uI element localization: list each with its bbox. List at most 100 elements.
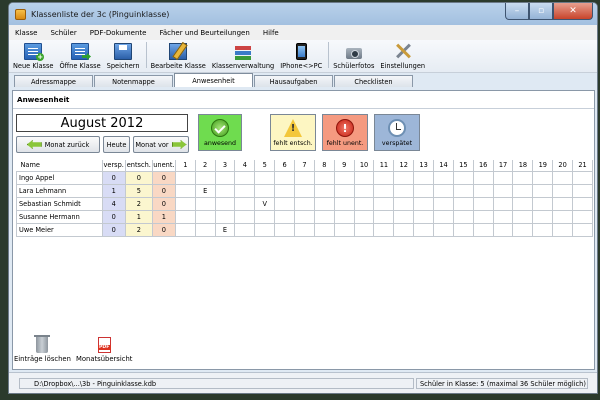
day-cell[interactable] bbox=[512, 210, 534, 225]
day-cell[interactable] bbox=[254, 223, 276, 238]
day-cell[interactable] bbox=[492, 210, 514, 225]
status-late-button[interactable]: verspätet bbox=[374, 114, 420, 151]
day-cell[interactable] bbox=[274, 223, 296, 238]
unexcused-count-cell[interactable]: 0 bbox=[151, 196, 176, 212]
late-count-cell[interactable]: 4 bbox=[101, 196, 126, 212]
day-cell[interactable] bbox=[174, 196, 196, 212]
table-row[interactable]: Ingo Appel 0 0 0 bbox=[16, 170, 593, 185]
day-cell[interactable] bbox=[572, 210, 593, 225]
day-cell[interactable] bbox=[313, 210, 335, 225]
day-cell[interactable] bbox=[294, 183, 315, 198]
day-cell[interactable] bbox=[532, 170, 554, 185]
day-cell[interactable] bbox=[433, 196, 454, 212]
day-cell[interactable] bbox=[512, 196, 534, 212]
day-cell[interactable] bbox=[373, 183, 395, 198]
day-cell[interactable] bbox=[294, 196, 315, 212]
day-cell[interactable] bbox=[552, 196, 574, 212]
day-cell[interactable] bbox=[274, 196, 296, 212]
day-cell[interactable] bbox=[373, 170, 395, 185]
day-cell[interactable] bbox=[512, 183, 534, 198]
day-cell[interactable] bbox=[452, 223, 474, 238]
day-cell[interactable]: E bbox=[194, 183, 216, 198]
day-cell[interactable] bbox=[452, 210, 474, 225]
day-cell[interactable] bbox=[254, 183, 276, 198]
day-cell[interactable] bbox=[433, 210, 454, 225]
day-cell[interactable] bbox=[552, 170, 574, 185]
tab-anwesenheit[interactable]: Anwesenheit bbox=[174, 73, 253, 87]
day-cell[interactable] bbox=[413, 223, 435, 238]
day-cell[interactable] bbox=[313, 196, 335, 212]
unexcused-count-cell[interactable]: 1 bbox=[151, 210, 176, 225]
late-count-cell[interactable]: 0 bbox=[101, 210, 126, 225]
excused-count-cell[interactable]: 2 bbox=[124, 223, 153, 238]
student-name-cell[interactable]: Sebastian Schmidt bbox=[16, 196, 103, 212]
day-cell[interactable] bbox=[353, 183, 375, 198]
day-cell[interactable] bbox=[353, 210, 375, 225]
minimize-button[interactable]: – bbox=[505, 3, 529, 20]
day-cell[interactable] bbox=[512, 170, 534, 185]
late-count-cell[interactable]: 1 bbox=[101, 183, 126, 198]
day-cell[interactable] bbox=[472, 196, 494, 212]
settings-button[interactable]: Einstellungen bbox=[380, 43, 425, 70]
day-cell[interactable] bbox=[373, 210, 395, 225]
day-cell[interactable] bbox=[274, 183, 296, 198]
day-cell[interactable] bbox=[552, 183, 574, 198]
day-cell[interactable] bbox=[472, 223, 494, 238]
day-cell[interactable] bbox=[174, 183, 196, 198]
day-cell[interactable] bbox=[333, 223, 355, 238]
next-month-button[interactable]: Monat vor bbox=[133, 136, 189, 153]
day-cell[interactable] bbox=[413, 210, 435, 225]
day-cell[interactable] bbox=[234, 210, 256, 225]
menu-klasse[interactable]: Klasse bbox=[15, 29, 37, 37]
day-cell[interactable] bbox=[433, 183, 454, 198]
month-overview-button[interactable]: Monatsübersicht bbox=[76, 337, 132, 363]
day-cell[interactable] bbox=[353, 170, 375, 185]
unexcused-count-cell[interactable]: 0 bbox=[151, 183, 176, 198]
day-cell[interactable] bbox=[433, 170, 454, 185]
status-excused-button[interactable]: fehlt entsch. bbox=[270, 114, 316, 151]
day-cell[interactable] bbox=[174, 210, 196, 225]
day-cell[interactable] bbox=[393, 196, 415, 212]
day-cell[interactable] bbox=[234, 223, 256, 238]
tab-hausaufgaben[interactable]: Hausaufgaben bbox=[254, 75, 333, 87]
day-cell[interactable] bbox=[572, 170, 593, 185]
new-class-button[interactable]: + Neue Klasse bbox=[13, 43, 53, 70]
day-cell[interactable] bbox=[373, 223, 395, 238]
day-cell[interactable] bbox=[353, 223, 375, 238]
day-cell[interactable] bbox=[532, 196, 554, 212]
day-cell[interactable] bbox=[472, 170, 494, 185]
delete-entries-button[interactable]: Einträge löschen bbox=[14, 335, 71, 363]
open-class-button[interactable]: Öffne Klasse bbox=[59, 43, 101, 70]
day-cell[interactable] bbox=[194, 223, 216, 238]
day-cell[interactable] bbox=[572, 223, 593, 238]
day-cell[interactable] bbox=[393, 183, 415, 198]
day-cell[interactable] bbox=[313, 223, 335, 238]
excused-count-cell[interactable]: 2 bbox=[124, 196, 153, 212]
day-cell[interactable] bbox=[512, 223, 534, 238]
tab-notenmappe[interactable]: Notenmappe bbox=[94, 75, 173, 87]
day-cell[interactable] bbox=[492, 170, 514, 185]
day-cell[interactable] bbox=[254, 210, 276, 225]
day-cell[interactable]: V bbox=[254, 196, 276, 212]
day-cell[interactable] bbox=[294, 210, 315, 225]
day-cell[interactable] bbox=[393, 170, 415, 185]
day-cell[interactable] bbox=[472, 183, 494, 198]
day-cell[interactable] bbox=[313, 170, 335, 185]
day-cell[interactable] bbox=[313, 183, 335, 198]
class-management-button[interactable]: Klassenverwaltung bbox=[212, 43, 274, 70]
iphone-sync-button[interactable]: IPhone<>PC bbox=[280, 43, 322, 70]
table-row[interactable]: Sebastian Schmidt 4 2 0 V bbox=[16, 196, 593, 212]
day-cell[interactable] bbox=[333, 210, 355, 225]
student-photos-button[interactable]: Schülerfotos bbox=[333, 43, 374, 70]
day-cell[interactable] bbox=[572, 196, 593, 212]
day-cell[interactable] bbox=[472, 210, 494, 225]
unexcused-count-cell[interactable]: 0 bbox=[151, 223, 176, 238]
day-cell[interactable] bbox=[333, 196, 355, 212]
day-cell[interactable] bbox=[274, 210, 296, 225]
day-cell[interactable] bbox=[552, 223, 574, 238]
day-cell[interactable] bbox=[234, 183, 256, 198]
close-button[interactable]: ✕ bbox=[553, 3, 593, 20]
day-cell[interactable] bbox=[433, 223, 454, 238]
menu-pdf-dokumente[interactable]: PDF-Dokumente bbox=[90, 29, 147, 37]
day-cell[interactable] bbox=[333, 170, 355, 185]
